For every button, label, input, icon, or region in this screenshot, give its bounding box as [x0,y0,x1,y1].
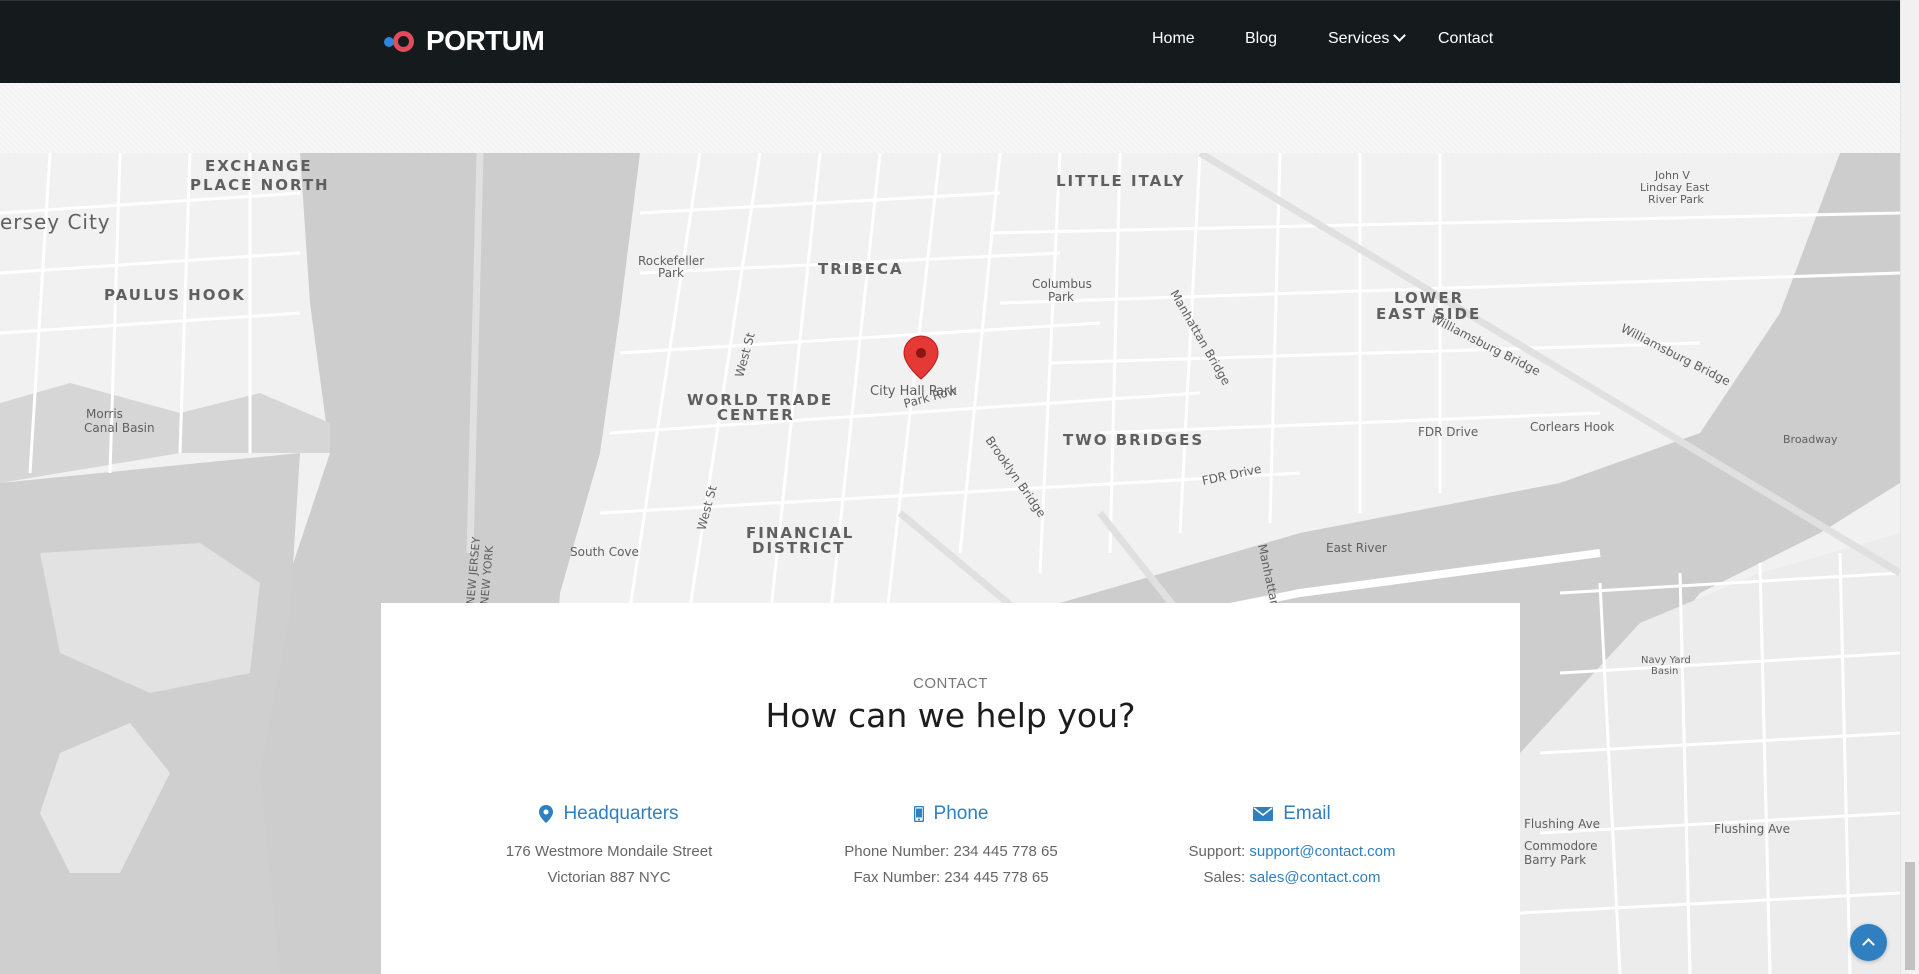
phone-title: Phone [771,803,1131,825]
map-pin-icon [539,805,554,823]
contact-card: CONTACT How can we help you? Headquarter… [381,603,1520,974]
headquarters-address-line2: Victorian 887 NYC [547,869,671,886]
map-label-fdr: FDR Drive [1418,425,1478,439]
map-label-little-italy: LITTLE ITALY [1056,172,1185,190]
map-label-navy-yard: Navy Yard [1641,655,1691,666]
sales-email-line: Sales: sales@contact.com [1112,865,1472,891]
map-label-exchange-place: EXCHANGE [205,157,313,175]
envelope-icon [1253,807,1274,821]
map-label-commodore: Commodore [1524,839,1597,853]
sales-label: Sales: [1203,869,1246,886]
logo-mark-icon [382,26,420,56]
support-email-link[interactable]: support@contact.com [1249,843,1395,860]
back-to-top-button[interactable] [1850,924,1887,961]
email-title: Email [1112,803,1472,825]
phone-column: Phone Phone Number: 234 445 778 65 Fax N… [771,803,1131,891]
headquarters-column: Headquarters 176 Westmore Mondaile Stree… [429,803,789,891]
map-pin-label: City Hall Park [870,384,957,399]
map-label-jersey-city: ersey City [0,210,111,234]
phone-title-text: Phone [933,803,989,824]
map-label-corlears: Corlears Hook [1530,420,1614,434]
support-label: Support: [1188,843,1246,860]
scrollbar-thumb[interactable] [1905,862,1915,970]
sales-email-link[interactable]: sales@contact.com [1249,869,1380,886]
map-label-flushing-ave: Flushing Ave [1714,822,1790,836]
map-label-columbus-park: Columbus [1032,277,1092,291]
email-column: Email Support: support@contact.com Sales… [1112,803,1472,891]
nav-home[interactable]: Home [1152,30,1195,48]
nav-contact[interactable]: Contact [1438,30,1493,48]
svg-text:River Park: River Park [1648,193,1704,206]
support-email-line: Support: support@contact.com [1112,839,1472,865]
email-title-text: Email [1283,803,1331,824]
map-label-east-river: East River [1326,541,1387,555]
nav-blog[interactable]: Blog [1245,30,1277,48]
headquarters-address-line1: 176 Westmore Mondaile Street [505,843,713,860]
svg-text:DISTRICT: DISTRICT [752,539,845,557]
map-label-two-bridges: TWO BRIDGES [1063,431,1204,449]
page-scrollbar[interactable] [1900,0,1919,974]
nav-services[interactable]: Services [1328,29,1407,48]
svg-text:CENTER: CENTER [717,406,795,424]
brand-logo[interactable]: PORTUM [382,25,545,57]
map-label-south-cove: South Cove [570,545,639,559]
svg-text:PLACE NORTH: PLACE NORTH [190,176,330,194]
svg-text:Park: Park [1048,290,1074,304]
map-label-tribeca: TRIBECA [818,260,904,278]
phone-number: Phone Number: 234 445 778 65 [844,843,1058,860]
svg-text:Canal Basin: Canal Basin [84,421,155,435]
svg-text:Barry Park: Barry Park [1524,853,1586,867]
map-label-morris-canal: Morris [86,407,123,421]
fax-number: Fax Number: 234 445 778 65 [853,869,1049,886]
top-navigation-bar: PORTUM Home Blog Services Contact [0,0,1900,83]
chevron-down-icon [1393,29,1407,42]
map-label-broadway: Broadway [1783,433,1838,446]
mobile-phone-icon [913,806,924,822]
pattern-strip [0,83,1900,153]
svg-text:Park: Park [658,266,684,280]
svg-text:Flushing Ave: Flushing Ave [1524,817,1600,831]
svg-text:EAST SIDE: EAST SIDE [1376,305,1481,323]
nav-services-label: Services [1328,30,1390,47]
contact-headline: How can we help you? [765,696,1136,735]
map-label-paulus-hook: PAULUS HOOK [104,286,246,304]
brand-name: PORTUM [426,25,545,56]
headquarters-title: Headquarters [429,803,789,825]
headquarters-title-text: Headquarters [563,803,679,824]
contact-eyebrow: CONTACT [913,675,988,692]
svg-text:Basin: Basin [1651,666,1678,677]
